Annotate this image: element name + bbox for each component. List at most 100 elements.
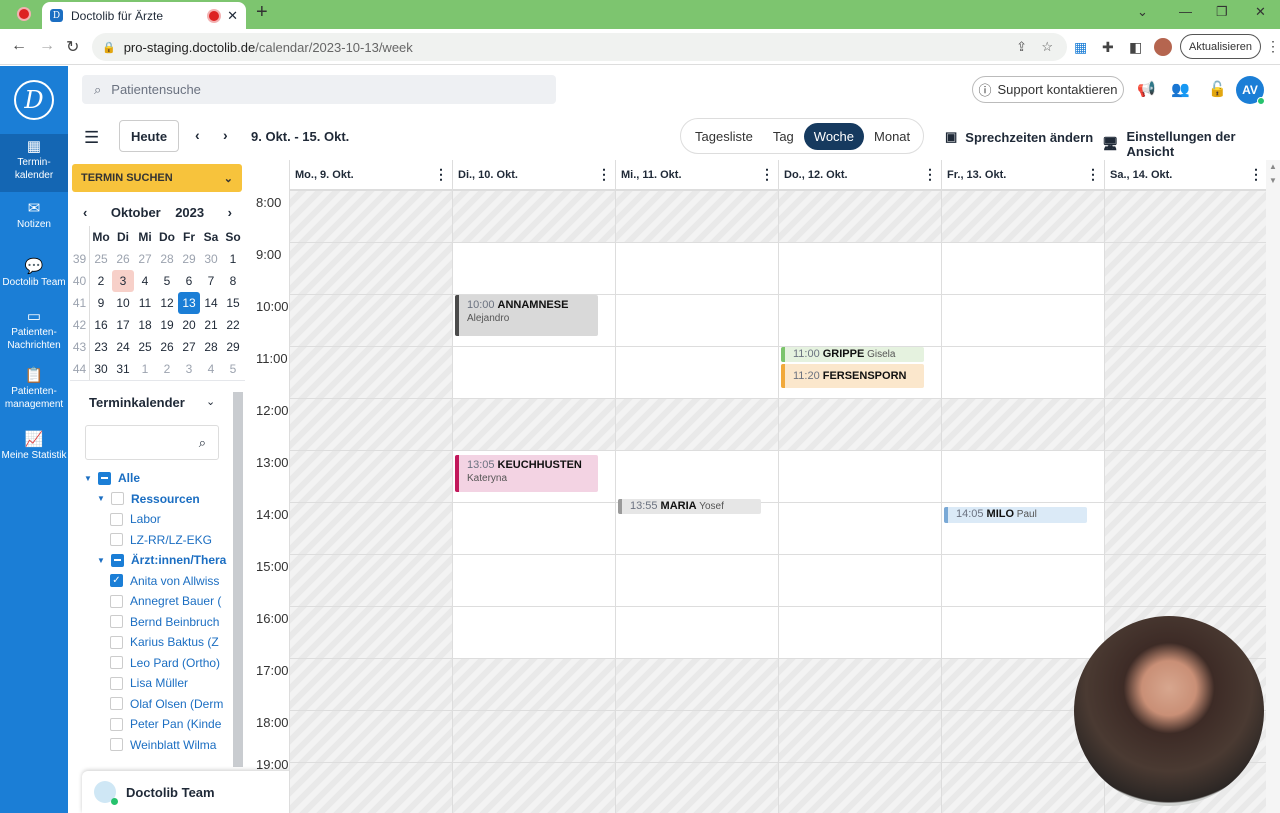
mini-calendar-day[interactable]: 9 — [90, 292, 112, 314]
mini-calendar-day[interactable]: 30 — [200, 248, 222, 270]
more-options-icon[interactable]: ⋮ — [434, 166, 448, 183]
time-slot[interactable] — [615, 190, 778, 242]
time-slot[interactable] — [452, 242, 615, 294]
time-slot[interactable] — [1104, 190, 1266, 242]
time-slot[interactable] — [289, 710, 452, 762]
tree-item[interactable]: Leo Pard (Ortho) — [84, 653, 234, 674]
mini-calendar-day[interactable]: 28 — [156, 248, 178, 270]
mini-calendar-day[interactable]: 29 — [222, 336, 244, 358]
more-options-icon[interactable]: ⋮ — [923, 166, 937, 183]
user-avatar[interactable]: AV — [1236, 76, 1265, 105]
time-slot[interactable] — [452, 762, 615, 813]
time-slot[interactable] — [289, 554, 452, 606]
prev-month-icon[interactable]: ‹ — [83, 205, 87, 220]
time-slot[interactable] — [778, 450, 941, 502]
tree-item[interactable]: ✓ Anita von Allwiss — [84, 571, 234, 592]
team-icon[interactable]: 👥 — [1171, 80, 1190, 98]
time-slot[interactable] — [452, 398, 615, 450]
more-options-icon[interactable]: ⋮ — [1086, 166, 1100, 183]
megaphone-icon[interactable]: 📢 — [1137, 80, 1156, 98]
reload-icon[interactable]: ↻ — [66, 37, 79, 57]
mini-calendar-day[interactable]: 11 — [134, 292, 156, 314]
time-slot[interactable] — [615, 242, 778, 294]
checkbox[interactable] — [111, 553, 124, 567]
day-header[interactable]: Sa., 14. Okt. ⋮ — [1104, 160, 1266, 190]
new-tab-icon[interactable]: + — [256, 1, 268, 24]
time-slot[interactable] — [1104, 242, 1266, 294]
mini-calendar-day[interactable]: 8 — [222, 270, 244, 292]
mini-calendar-day[interactable]: 19 — [156, 314, 178, 336]
time-slot[interactable] — [1104, 294, 1266, 346]
time-slot[interactable] — [941, 346, 1104, 398]
tab-search-icon[interactable]: ⌄ — [1137, 4, 1148, 20]
appointment[interactable]: 13:55 MARIA Yosef — [618, 498, 761, 514]
mini-calendar-day[interactable]: 21 — [200, 314, 222, 336]
day-header[interactable]: Mi., 11. Okt. ⋮ — [615, 160, 778, 190]
checkbox[interactable] — [98, 471, 111, 485]
day-header[interactable]: Mo., 9. Okt. ⋮ — [289, 160, 452, 190]
update-button[interactable]: Aktualisieren — [1180, 34, 1261, 59]
sidepanel-icon[interactable]: ◧ — [1129, 39, 1142, 56]
mini-calendar-day[interactable]: 27 — [134, 248, 156, 270]
tree-item[interactable]: ▼ Ärzt:innen/Thera — [84, 550, 234, 571]
mini-calendar-day[interactable]: 2 — [90, 270, 112, 292]
checkbox[interactable] — [110, 615, 123, 629]
mini-calendar-day[interactable]: 5 — [222, 358, 244, 380]
mini-calendar-day[interactable]: 14 — [200, 292, 222, 314]
left-panel-scrollbar[interactable] — [233, 392, 243, 767]
tree-item[interactable]: ▼ Alle — [84, 468, 234, 489]
view-settings-button[interactable]: 🖥 Einstellungen der Ansicht — [1102, 129, 1280, 159]
time-slot[interactable] — [452, 710, 615, 762]
time-slot[interactable] — [778, 762, 941, 813]
time-slot[interactable] — [289, 658, 452, 710]
time-slot[interactable] — [289, 346, 452, 398]
support-button[interactable]: ⓘ Support kontaktieren — [972, 76, 1124, 103]
termin-suchen-button[interactable]: TERMIN SUCHEN ⌄ — [72, 164, 242, 192]
time-slot[interactable] — [615, 710, 778, 762]
sidebar-item-patientenmanagement[interactable]: 📋 Patienten- management — [0, 368, 68, 411]
time-slot[interactable] — [289, 606, 452, 658]
checkbox[interactable] — [110, 676, 123, 690]
time-slot[interactable] — [941, 294, 1104, 346]
caret-down-icon[interactable]: ▼ — [84, 474, 92, 483]
restore-icon[interactable]: ❐ — [1216, 4, 1228, 20]
tree-item[interactable]: Bernd Beinbruch — [84, 612, 234, 633]
mini-calendar-day[interactable]: 25 — [90, 248, 112, 270]
appointment[interactable]: 11:00 GRIPPE Gisela — [781, 347, 924, 363]
time-slot[interactable] — [1104, 450, 1266, 502]
sidebar-item-patienten-nachrichten[interactable]: ▭ Patienten- Nachrichten — [0, 309, 68, 352]
time-slot[interactable] — [1104, 346, 1266, 398]
tree-item[interactable]: LZ-RR/LZ-EKG — [84, 530, 234, 551]
checkbox[interactable] — [110, 697, 123, 711]
day-header[interactable]: Di., 10. Okt. ⋮ — [452, 160, 615, 190]
time-slot[interactable] — [289, 294, 452, 346]
bookmark-star-icon[interactable]: ☆ — [1041, 39, 1053, 55]
time-slot[interactable] — [615, 606, 778, 658]
mini-calendar-day[interactable]: 18 — [134, 314, 156, 336]
sidebar-item-terminkalender[interactable]: ▦ Termin- kalender — [0, 134, 68, 192]
checkbox[interactable] — [110, 635, 123, 649]
day-header[interactable]: Fr., 13. Okt. ⋮ — [941, 160, 1104, 190]
extensions-puzzle-icon[interactable]: ✚ — [1102, 39, 1114, 56]
appointment[interactable]: 10:00 ANNAMNESE Alejandro — [455, 295, 598, 337]
more-options-icon[interactable]: ⋮ — [1249, 166, 1263, 183]
mini-calendar-day[interactable]: 2 — [156, 358, 178, 380]
time-slot[interactable] — [778, 294, 941, 346]
time-slot[interactable] — [778, 658, 941, 710]
mini-calendar-day[interactable]: 30 — [90, 358, 112, 380]
mini-calendar-day[interactable]: 29 — [178, 248, 200, 270]
more-options-icon[interactable]: ⋮ — [597, 166, 611, 183]
checkbox[interactable]: ✓ — [110, 574, 123, 588]
view-woche[interactable]: Woche — [803, 122, 865, 150]
time-slot[interactable] — [289, 190, 452, 242]
scroll-up-icon[interactable]: ▲ — [1269, 162, 1277, 171]
mini-calendar-day[interactable]: 12 — [156, 292, 178, 314]
time-slot[interactable] — [615, 450, 778, 502]
grid-extension-icon[interactable]: ▦ — [1074, 39, 1087, 56]
time-slot[interactable] — [941, 554, 1104, 606]
mini-calendar-day[interactable]: 10 — [112, 292, 134, 314]
calendar-scrollbar[interactable]: ▲ ▼ — [1266, 160, 1280, 813]
time-slot[interactable] — [289, 762, 452, 813]
time-slot[interactable] — [452, 658, 615, 710]
mini-calendar-day[interactable]: 3 — [178, 358, 200, 380]
